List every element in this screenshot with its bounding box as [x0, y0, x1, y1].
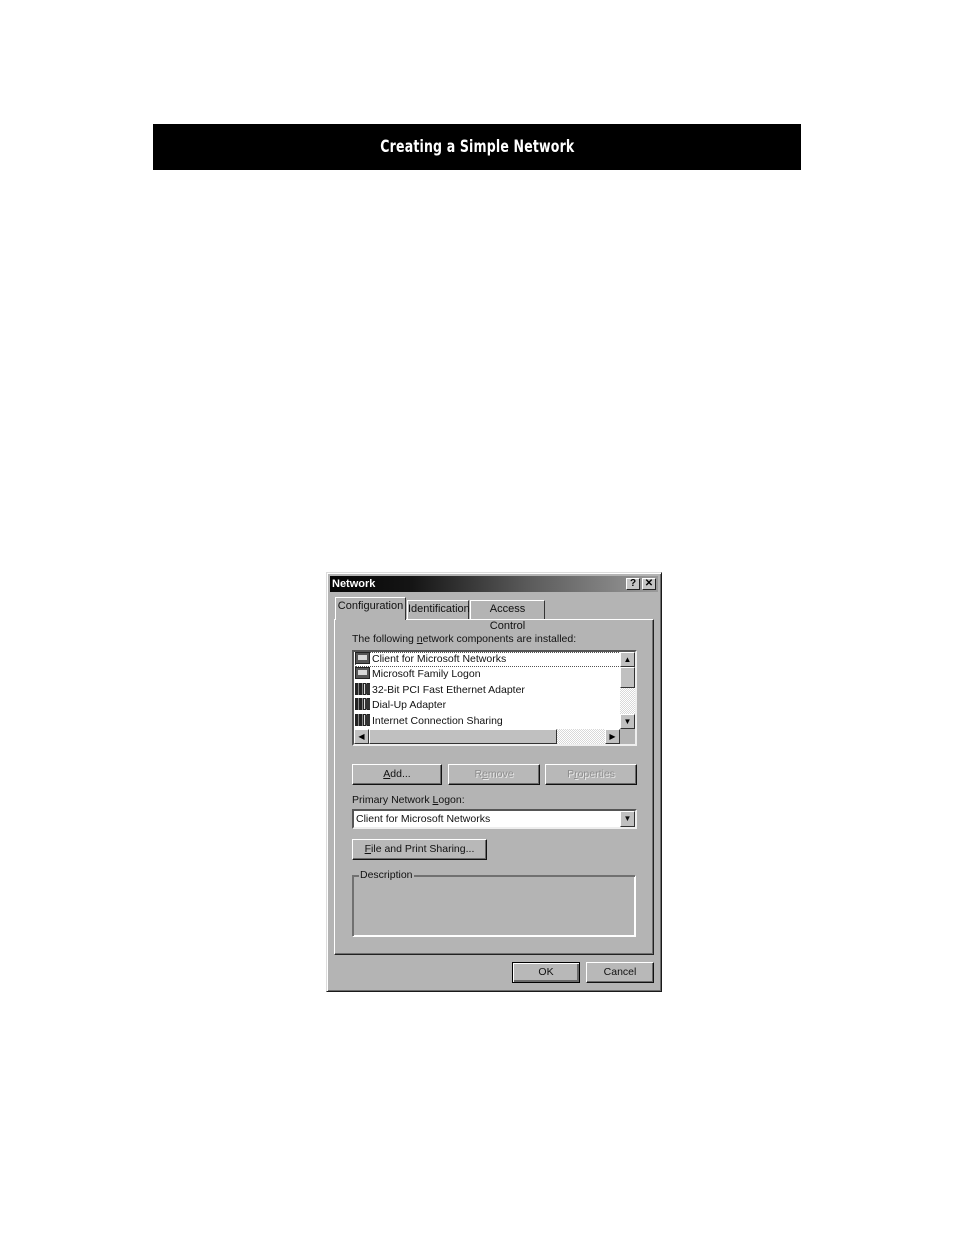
- primary-logon-dropdown[interactable]: Client for Microsoft Networks ▼: [352, 809, 637, 829]
- label-text: etwork components are installed:: [422, 633, 577, 645]
- help-icon: ?: [629, 578, 637, 589]
- arrow-down-icon: ▼: [623, 717, 632, 726]
- tab-label: Configuration: [337, 600, 404, 612]
- banner-title: Creating a Simple Network: [379, 137, 575, 157]
- scroll-up-button[interactable]: ▲: [620, 652, 635, 667]
- close-icon: ✕: [644, 578, 654, 589]
- list-item-label: Internet Connection Sharing: [372, 715, 503, 727]
- tab-configuration[interactable]: Configuration: [335, 597, 406, 620]
- network-adapter-icon: [355, 698, 370, 710]
- label-text: ogon:: [438, 794, 465, 806]
- horizontal-scrollbar[interactable]: ◀ ▶: [354, 729, 620, 744]
- dropdown-value: Client for Microsoft Networks: [356, 813, 491, 825]
- label-text: Primary Network: [352, 794, 433, 806]
- list-item[interactable]: Internet Connection Sharing: [355, 714, 503, 729]
- network-dialog: Network ? ✕ Configuration Identification…: [326, 572, 662, 992]
- ok-button[interactable]: OK: [512, 962, 580, 983]
- button-label: operties: [577, 768, 615, 780]
- scrollbar-corner: [620, 729, 635, 744]
- components-listbox[interactable]: Client for Microsoft Networks Microsoft …: [352, 650, 637, 746]
- file-print-sharing-button[interactable]: File and Print Sharing...: [352, 839, 487, 860]
- tab-label: Identification: [408, 603, 470, 615]
- network-adapter-icon: [355, 683, 370, 695]
- scroll-down-button[interactable]: ▼: [620, 714, 635, 729]
- list-item[interactable]: Dial-Up Adapter: [355, 698, 446, 713]
- dialog-titlebar[interactable]: Network ? ✕: [330, 576, 658, 592]
- arrow-left-icon: ◀: [358, 732, 365, 741]
- properties-button[interactable]: Properties: [545, 764, 637, 785]
- arrow-right-icon: ▶: [609, 732, 616, 741]
- arrow-up-icon: ▲: [623, 655, 632, 664]
- remove-button[interactable]: Remove: [448, 764, 540, 785]
- list-item[interactable]: 32-Bit PCI Fast Ethernet Adapter: [355, 683, 525, 698]
- close-button[interactable]: ✕: [642, 578, 656, 590]
- description-groupbox: Description: [352, 869, 636, 937]
- tab-access-control[interactable]: Access Control: [470, 600, 545, 632]
- vertical-scroll-thumb[interactable]: [620, 667, 635, 688]
- tab-label: Access Control: [489, 603, 526, 632]
- list-item[interactable]: Client for Microsoft Networks: [355, 652, 621, 667]
- tab-identification[interactable]: Identification: [407, 600, 470, 619]
- button-label: OK: [538, 966, 554, 978]
- vertical-scrollbar[interactable]: ▲ ▼: [620, 652, 635, 729]
- list-item-label: Microsoft Family Logon: [372, 668, 481, 680]
- list-item[interactable]: Microsoft Family Logon: [355, 667, 481, 682]
- horizontal-scroll-thumb[interactable]: [369, 729, 557, 744]
- help-button[interactable]: ?: [626, 578, 640, 590]
- components-label: The following network components are ins…: [352, 633, 576, 645]
- scroll-right-button[interactable]: ▶: [605, 729, 620, 744]
- client-computer-icon: [355, 667, 370, 679]
- primary-logon-label: Primary Network Logon:: [352, 794, 465, 806]
- label-text: The following: [352, 633, 417, 645]
- list-item-label: Client for Microsoft Networks: [372, 653, 507, 665]
- page-banner: Creating a Simple Network: [153, 124, 801, 170]
- network-adapter-icon: [355, 714, 370, 726]
- chevron-down-icon: ▼: [623, 814, 632, 823]
- button-label: move: [487, 768, 514, 780]
- button-label: ile and Print Sharing...: [371, 843, 475, 855]
- cancel-button[interactable]: Cancel: [586, 962, 654, 983]
- client-computer-icon: [355, 652, 370, 664]
- add-button[interactable]: Add...: [352, 764, 442, 785]
- list-item-label: Dial-Up Adapter: [372, 699, 447, 711]
- button-label: R: [474, 768, 483, 780]
- button-label: dd...: [390, 768, 411, 780]
- list-item-label: 32-Bit PCI Fast Ethernet Adapter: [372, 684, 525, 696]
- button-label: Cancel: [603, 966, 637, 978]
- dropdown-button[interactable]: ▼: [620, 811, 635, 827]
- dialog-title: Network: [332, 578, 376, 590]
- scroll-left-button[interactable]: ◀: [354, 729, 369, 744]
- description-legend: Description: [359, 869, 414, 881]
